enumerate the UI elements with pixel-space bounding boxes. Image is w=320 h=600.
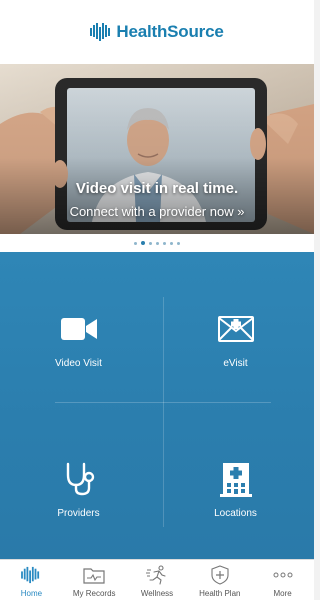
medical-mail-icon xyxy=(217,312,255,346)
feature-tiles: Video Visit eVisit Providers Locations xyxy=(0,252,314,559)
tab-health-plan[interactable]: Health Plan xyxy=(188,560,251,600)
carousel-dot[interactable] xyxy=(156,241,159,245)
bottom-tab-bar: Home My Records Wellness Health Plan Mor… xyxy=(0,559,314,600)
carousel-dot[interactable] xyxy=(163,241,166,245)
carousel-dot[interactable] xyxy=(177,241,180,245)
more-dots-icon xyxy=(272,564,294,586)
tab-my-records[interactable]: My Records xyxy=(63,560,126,600)
providers-label: Providers xyxy=(57,508,100,519)
shield-plus-icon xyxy=(210,564,230,586)
hero-banner[interactable]: Video visit in real time. Connect with a… xyxy=(0,64,314,234)
healthsource-logo-icon xyxy=(21,564,41,586)
tab-my-records-label: My Records xyxy=(72,589,116,598)
tab-home-label: Home xyxy=(20,589,43,598)
brand-name: HealthSource xyxy=(116,22,224,41)
hospital-building-icon xyxy=(219,462,252,497)
hero-cta-link[interactable]: Connect with a provider now » xyxy=(0,204,314,219)
tab-more-label: More xyxy=(273,589,292,598)
carousel-dot[interactable] xyxy=(141,241,145,245)
evisit-tile[interactable]: eVisit xyxy=(157,252,314,402)
brand-logo: HealthSource xyxy=(90,22,224,42)
tab-health-plan-label: Health Plan xyxy=(199,589,241,598)
video-camera-icon xyxy=(59,312,99,346)
runner-icon xyxy=(145,564,168,586)
stethoscope-icon xyxy=(62,462,96,496)
providers-tile[interactable]: Providers xyxy=(0,402,157,552)
evisit-label: eVisit xyxy=(223,358,248,369)
carousel-dot[interactable] xyxy=(170,241,173,245)
records-folder-icon xyxy=(83,564,105,586)
carousel-dot[interactable] xyxy=(149,241,152,245)
video-visit-label: Video Visit xyxy=(55,358,102,369)
tab-more[interactable]: More xyxy=(251,560,314,600)
carousel-dot[interactable] xyxy=(134,241,137,245)
tab-wellness-label: Wellness xyxy=(140,589,174,598)
video-visit-tile[interactable]: Video Visit xyxy=(0,252,157,402)
locations-label: Locations xyxy=(214,508,257,519)
app-header: HealthSource xyxy=(0,0,314,64)
healthsource-logo-icon xyxy=(90,23,111,41)
tab-home[interactable]: Home xyxy=(0,560,63,600)
app-screen: HealthSource Video visit in real time. C… xyxy=(0,0,314,600)
carousel-dots xyxy=(0,234,314,252)
tab-wellness[interactable]: Wellness xyxy=(126,560,189,600)
hero-title: Video visit in real time. xyxy=(75,180,239,197)
locations-tile[interactable]: Locations xyxy=(157,402,314,552)
